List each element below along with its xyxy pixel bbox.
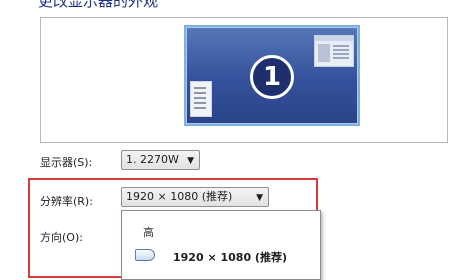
- display-select-value: 1. 2270W: [126, 153, 179, 166]
- display-select[interactable]: 1. 2270W ▼: [121, 150, 200, 170]
- chevron-down-icon: ▼: [256, 193, 263, 203]
- monitor-1-thumbnail[interactable]: 1: [184, 25, 360, 126]
- orientation-label: 方向(O):: [40, 231, 83, 244]
- window-thumbnail-icon: [314, 35, 354, 67]
- display-label: 显示器(S):: [40, 156, 93, 169]
- slider-high-label: 高: [143, 226, 154, 239]
- chevron-down-icon: ▼: [187, 156, 194, 166]
- resolution-select-value: 1920 × 1080 (推荐): [126, 190, 233, 203]
- page-title: 更改显示器的外观: [38, 0, 159, 10]
- resolution-select[interactable]: 1920 × 1080 (推荐) ▼: [121, 187, 269, 207]
- resolution-slider-dropdown[interactable]: 高 1920 × 1080 (推荐): [121, 210, 321, 280]
- gadget-thumbnail-icon: [190, 81, 212, 117]
- slider-selected-label: 1920 × 1080 (推荐): [173, 251, 287, 264]
- resolution-slider-thumb[interactable]: [135, 249, 155, 261]
- resolution-label: 分辨率(R):: [40, 195, 93, 208]
- monitor-number-badge: 1: [250, 55, 294, 99]
